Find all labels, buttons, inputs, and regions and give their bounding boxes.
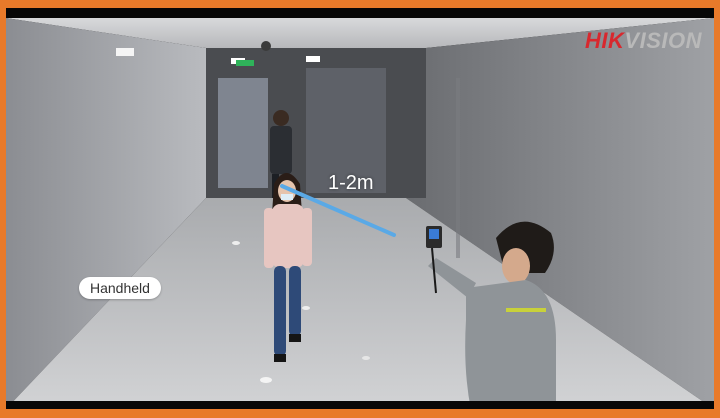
bottom-letterbox	[6, 401, 714, 409]
video-frame: HIKVISION 1-2m Handheld	[0, 0, 720, 418]
logo-vision: VISION	[624, 28, 702, 53]
brand-logo: HIKVISION	[585, 28, 702, 54]
corridor-scene	[6, 18, 714, 409]
video-still: HIKVISION 1-2m Handheld	[6, 8, 714, 409]
logo-hik: HIK	[585, 28, 625, 53]
mode-badge: Handheld	[79, 277, 161, 299]
top-letterbox	[6, 8, 714, 18]
distance-label: 1-2m	[328, 172, 374, 194]
